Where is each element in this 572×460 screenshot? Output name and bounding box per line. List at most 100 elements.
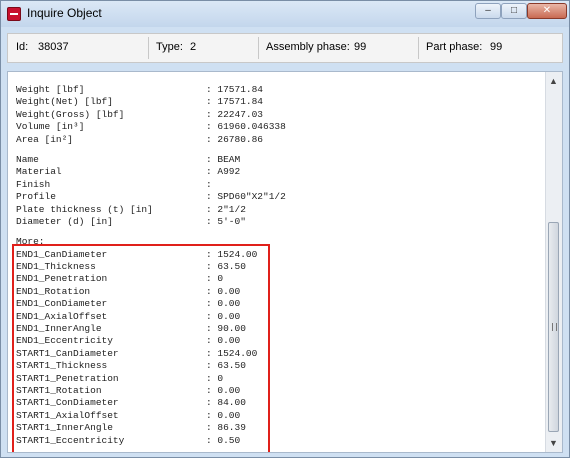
property-value: : 26780.86 — [206, 133, 264, 145]
assembly-phase-value: 99 — [354, 41, 367, 53]
property-row: END1_Rotation : 0.00 — [16, 286, 536, 298]
property-label: END1_InnerAngle — [16, 323, 102, 335]
property-value: : 90.00 — [206, 323, 246, 335]
property-value: : 63.50 — [206, 360, 246, 372]
property-value: : 84.00 — [206, 397, 246, 409]
property-value: : 17571.84 — [206, 84, 264, 95]
property-row: END1_Penetration : 0 — [16, 273, 536, 285]
more-heading: More: — [16, 236, 45, 248]
property-label: START1_Penetration — [16, 372, 119, 384]
property-row: START1_AxialOffset: 0.00 — [16, 410, 536, 422]
property-row: Volume [in³]: 61960.046338 — [16, 121, 536, 133]
property-label: Profile — [16, 191, 56, 203]
property-label: Name — [16, 153, 39, 165]
property-row: Weight(Net) [lbf] : 17571.84 — [16, 96, 536, 108]
property-label: END1_ConDiameter — [16, 298, 108, 310]
property-value: : 1524.00 — [206, 248, 258, 260]
property-row: START1_Rotation : 0.00 — [16, 385, 536, 397]
part-phase-value: 99 — [490, 41, 503, 53]
property-label: START1_InnerAngle — [16, 422, 113, 434]
property-value: : 1524.00 — [206, 347, 258, 359]
title-bar[interactable]: Inquire Object – □ ✕ — [1, 1, 569, 27]
property-label: END1_Penetration — [16, 273, 108, 285]
property-label: END1_Thickness — [16, 261, 96, 273]
property-value: : 0.00 — [206, 335, 241, 347]
property-value: : 0.50 — [206, 434, 241, 446]
property-row: Weight(Gross) [lbf] : 22247.03 — [16, 109, 536, 121]
property-row: END1_AxialOffset : 0.00 — [16, 311, 536, 323]
property-row: END1_CanDiameter: 1524.00 — [16, 249, 536, 261]
property-label: Finish — [16, 178, 51, 190]
property-label: Area [in²] — [16, 133, 74, 145]
property-row: Area [in²] : 26780.86 — [16, 134, 536, 146]
type-label: Type: — [156, 41, 183, 53]
assembly-phase-label: Assembly phase: — [266, 41, 350, 53]
property-label: START1_Rotation — [16, 384, 102, 396]
property-row: Profile : SPD60"X2"1/2 — [16, 191, 536, 203]
property-value: : 61960.046338 — [206, 121, 286, 133]
app-icon — [7, 7, 21, 21]
property-value: : 0.00 — [206, 285, 241, 297]
vertical-scrollbar[interactable]: ▲ ▼ — [545, 72, 562, 452]
scrollbar-thumb[interactable] — [548, 222, 559, 432]
id-label: Id: — [16, 41, 29, 53]
property-value: : 0 — [206, 372, 224, 384]
property-row: START1_Eccentricity : 0.50 — [16, 435, 536, 447]
scroll-up-arrow-icon[interactable]: ▲ — [549, 76, 558, 86]
divider — [148, 37, 149, 59]
window-title: Inquire Object — [27, 6, 102, 20]
property-value: : 0.00 — [206, 384, 241, 396]
property-label: END1_Eccentricity — [16, 335, 113, 347]
property-label: Diameter (d) [in] — [16, 215, 113, 227]
property-row: START1_InnerAngle : 86.39 — [16, 422, 536, 434]
property-label: Weight(Net) [lbf] — [16, 96, 113, 108]
property-value: : 0 — [206, 273, 224, 285]
property-value: : 5'-0" — [206, 215, 246, 227]
minimize-button[interactable]: – — [475, 3, 501, 19]
property-value: : 17571.84 — [206, 96, 264, 108]
property-label: Weight(Gross) [lbf] — [16, 108, 125, 120]
property-row: More: — [16, 236, 536, 248]
property-row: END1_Thickness : 63.50 — [16, 261, 536, 273]
property-label: START1_ConDiameter — [16, 397, 119, 409]
grip-icon — [552, 323, 557, 331]
property-row: Plate thickness (t) [in] : 2"1/2 — [16, 204, 536, 216]
inquire-object-window: Inquire Object – □ ✕ Id: 38037 Type: 2 A… — [0, 0, 570, 458]
close-button[interactable]: ✕ — [527, 3, 567, 19]
property-label: Weight [lbf] — [16, 84, 85, 95]
type-value: 2 — [190, 41, 197, 53]
property-value: : BEAM — [206, 153, 241, 165]
property-value: : 63.50 — [206, 261, 246, 273]
part-phase-label: Part phase: — [426, 41, 483, 53]
property-row: START1_ConDiameter : 84.00 — [16, 397, 536, 409]
property-label: END1_AxialOffset — [16, 310, 108, 322]
id-value: 38037 — [38, 41, 69, 53]
property-value: : 0.00 — [206, 298, 241, 310]
property-value: : 22247.03 — [206, 108, 264, 120]
properties-panel[interactable]: Weight [lbf] : 17571.84 Weight(Net) [lbf]… — [7, 71, 563, 453]
property-value: : A992 — [206, 166, 241, 178]
property-row: END1_Eccentricity : 0.00 — [16, 335, 536, 347]
property-label: START1_AxialOffset — [16, 409, 119, 421]
property-row: END1_InnerAngle : 90.00 — [16, 323, 536, 335]
property-label: START1_Eccentricity — [16, 434, 125, 446]
property-value: : SPD60"X2"1/2 — [206, 191, 286, 203]
property-label: Material — [16, 166, 62, 178]
property-list: Weight [lbf] : 17571.84 Weight(Net) [lbf]… — [16, 84, 536, 447]
property-value: : 0.00 — [206, 310, 241, 322]
property-value: : — [206, 178, 212, 190]
property-label: Plate thickness (t) [in] — [16, 203, 153, 215]
property-label: START1_CanDiameter — [16, 347, 119, 359]
object-info-bar: Id: 38037 Type: 2 Assembly phase: 99 Par… — [7, 33, 563, 63]
property-row: END1_ConDiameter : 0.00 — [16, 298, 536, 310]
property-row: Material : A992 — [16, 166, 536, 178]
divider — [258, 37, 259, 59]
maximize-button[interactable]: □ — [501, 3, 527, 19]
property-value: : 86.39 — [206, 422, 246, 434]
property-row: Diameter (d) [in] : 5'-0" — [16, 216, 536, 228]
scroll-down-arrow-icon[interactable]: ▼ — [549, 438, 558, 448]
property-value: : 2"1/2 — [206, 203, 246, 215]
property-label: END1_Rotation — [16, 285, 91, 297]
property-row: Finish: — [16, 179, 536, 191]
